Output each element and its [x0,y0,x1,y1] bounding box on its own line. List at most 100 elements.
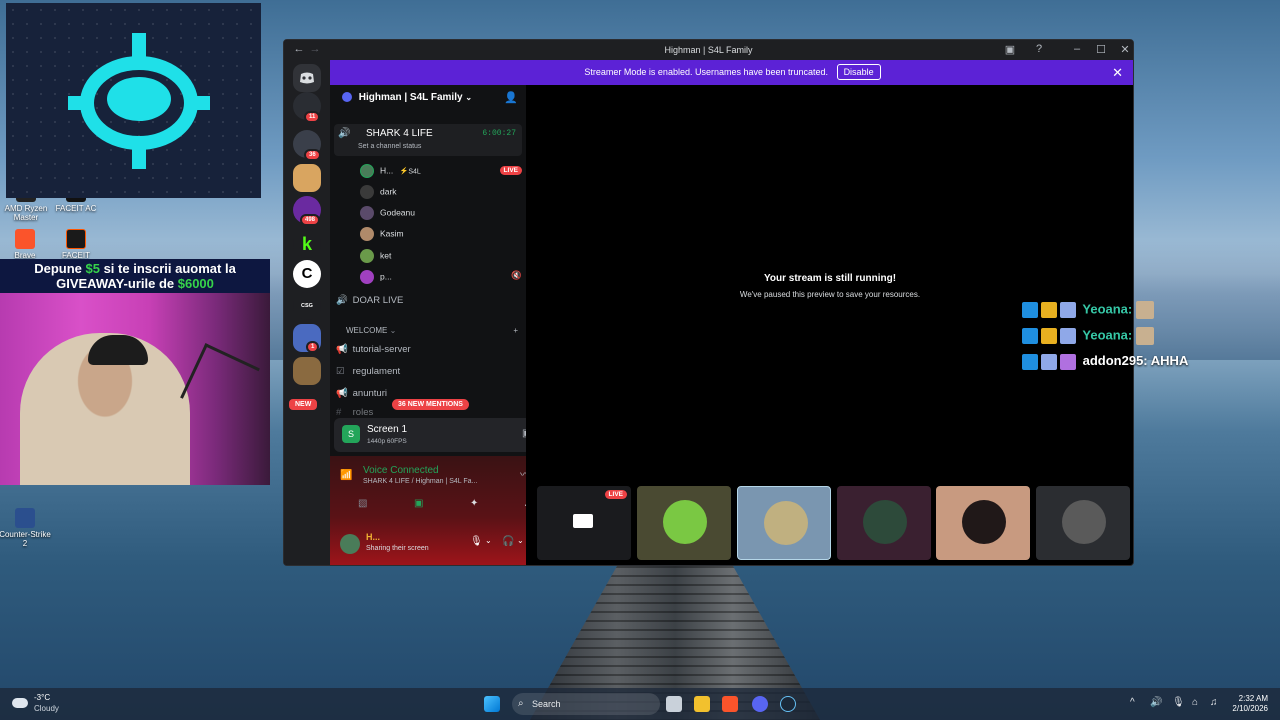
screen-title: Screen 1 [367,424,408,435]
user-badge-icon [1041,353,1057,370]
hammer-badge-icon [1022,302,1038,318]
minimize-icon[interactable]: – [1070,43,1084,55]
sound-icon[interactable]: ♫ [1210,697,1218,708]
avatar [360,227,374,241]
voice-user[interactable]: dark [360,185,397,199]
channel-anunturi[interactable]: 📢 anunturi [336,388,387,399]
network-icon[interactable]: ⌂ [1192,697,1198,708]
channel-tutorial-server[interactable]: 📢 tutorial-server [336,344,411,355]
voice-user[interactable]: H... ⚡S4L LIVE [360,164,522,178]
mention-badge: 1 [306,341,320,353]
camera-off-icon[interactable]: ▧ [358,498,367,509]
hammer-badge-icon [1022,353,1038,370]
search-icon: ⌕ [518,698,524,709]
chevron-down-icon: ⌄ [389,326,397,335]
user-name: H... [366,532,381,542]
windows-start-icon[interactable] [484,696,500,712]
avatar [663,500,707,544]
desktop-icon-faceit[interactable]: FACEIT [48,229,104,260]
streamer-mode-bar: Streamer Mode is enabled. Usernames have… [330,60,1133,85]
server-icon-6[interactable] [293,357,321,385]
new-mentions-pill[interactable]: 36 NEW MENTIONS [392,399,469,410]
voice-channel-icon: 🔊 [338,128,351,139]
chat-line: Yeoana: [1022,327,1157,345]
channel-regulament[interactable]: ☑ regulament [336,366,400,377]
server-icon-3[interactable] [293,164,321,192]
server-csg-skins[interactable]: CSG SKINS [293,292,321,337]
channel-doar-live[interactable]: 🔊 DOAR LIVE [336,295,403,306]
clock[interactable]: 2:32 AM 2/10/2026 [1232,694,1268,714]
participant-tile[interactable] [637,486,731,560]
emote-icon [1135,327,1154,345]
voice-location[interactable]: SHARK 4 LIFE / Highman | S4L Fa... [363,478,477,485]
chat-username: Yeoana: [1082,327,1133,343]
mention-badge: 11 [304,111,321,123]
screen-icon[interactable]: ▣ [1003,43,1017,56]
add-channel-icon[interactable]: + [513,326,518,335]
participant-tile[interactable] [1036,486,1130,560]
category-welcome[interactable]: WELCOME ⌄ + [346,326,518,335]
chat-message: AHHA [1150,353,1189,368]
chat-username: Yeoana: [1082,301,1133,317]
chevron-down-icon[interactable]: ⌄ [517,536,524,545]
participant-tile[interactable] [737,486,831,560]
voice-user[interactable]: ket [360,249,391,263]
crown-badge-icon [1041,302,1057,318]
weather-temp[interactable]: -3°C [34,693,50,702]
participant-tile[interactable] [837,486,931,560]
server-header[interactable]: Highman | S4L Family ⌄ 👤 [330,85,526,107]
taskbar-search[interactable]: ⌕ Search [512,693,660,715]
desktop-icon-cs2[interactable]: Counter-Strike 2 [0,508,53,548]
rules-icon: ☑ [336,366,345,377]
avatar [1062,500,1106,544]
share-screen-icon[interactable]: ▣ [414,498,423,509]
avatar [360,185,374,199]
avatar[interactable] [340,534,360,554]
help-icon[interactable]: ? [1032,43,1046,55]
brave-icon[interactable] [722,696,738,712]
discord-icon[interactable] [752,696,768,712]
avatar [863,500,907,544]
volume-icon[interactable]: 🔊 [1150,697,1162,708]
stream-logo-panel [6,3,261,198]
voice-timer: 6:00:27 [482,129,516,138]
server-icon-c[interactable]: C [293,260,321,288]
task-view-icon[interactable] [666,696,682,712]
disable-streamer-button[interactable]: Disable [836,64,881,80]
user-status: Sharing their screen [366,545,429,552]
discord-home-icon[interactable] [293,64,321,92]
chevron-up-icon[interactable]: ^ [1130,697,1135,708]
microphone-icon[interactable]: 🎙 [470,536,483,547]
live-badge: LIVE [499,166,522,175]
activities-icon[interactable]: ✦ [470,498,478,509]
voice-status[interactable]: Voice Connected [363,465,439,476]
voice-user[interactable]: p... 🔇 [360,270,522,284]
participant-tile-stream[interactable]: LIVE [537,486,631,560]
weather-desc[interactable]: Cloudy [34,704,59,713]
voice-user[interactable]: Godeanu [360,206,415,220]
voice-user[interactable]: Kasim [360,227,404,241]
chat-username: addon295: [1082,353,1148,368]
headphones-icon[interactable]: 🎧 [502,536,514,547]
user-badge-icon [1060,328,1076,344]
avatar [360,164,374,178]
maximize-icon[interactable]: ☐ [1094,43,1108,56]
dismiss-icon[interactable]: ✕ [1112,60,1123,85]
avatar [962,500,1006,544]
chat-line: addon295: AHHA [1022,353,1188,370]
gift-badge-icon [1060,353,1076,370]
file-explorer-icon[interactable] [694,696,710,712]
avatar [360,270,374,284]
close-icon[interactable]: ✕ [1118,43,1132,56]
add-member-icon[interactable]: 👤 [504,91,518,104]
kick-icon[interactable]: k [293,230,321,258]
mic-icon[interactable]: 🎙 [1172,697,1185,708]
channel-status[interactable]: Set a channel status [358,143,421,150]
user-badge-icon [1060,302,1076,318]
chevron-down-icon[interactable]: ⌄ [485,536,492,545]
participant-tile[interactable] [936,486,1030,560]
desktop-icon-brave[interactable]: Brave [0,229,53,260]
channel-roles[interactable]: # roles [336,407,373,418]
steam-icon[interactable] [780,696,796,712]
voice-channel-active[interactable]: 🔊 SHARK 4 LIFE 6:00:27 Set a channel sta… [334,124,522,156]
